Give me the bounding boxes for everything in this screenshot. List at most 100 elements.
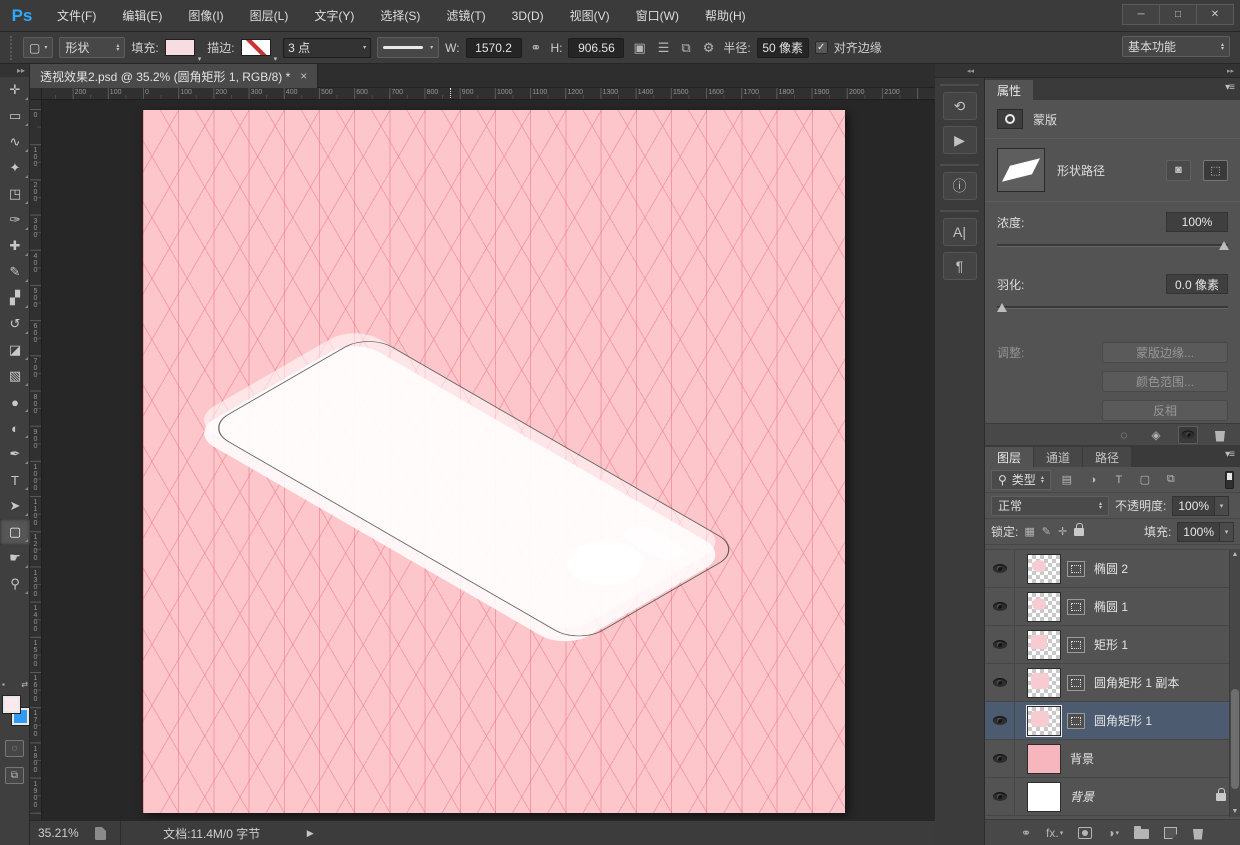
align-edges-checkbox[interactable]: ✓ bbox=[814, 41, 828, 54]
tab-channels[interactable]: 通道 bbox=[1034, 447, 1083, 467]
layer-row[interactable]: 矩形 1 bbox=[985, 626, 1240, 664]
filter-type-layers-icon[interactable]: T bbox=[1109, 471, 1129, 489]
tool-preset-picker[interactable]: ▢ ▾ bbox=[23, 37, 54, 58]
collapse-panels-icon[interactable]: ◂◂ bbox=[967, 67, 974, 75]
tab-properties[interactable]: 属性 bbox=[985, 80, 1034, 100]
tab-close-icon[interactable]: × bbox=[300, 69, 307, 83]
foreground-color-swatch[interactable] bbox=[3, 696, 20, 713]
layer-visibility-cell[interactable] bbox=[985, 740, 1015, 777]
height-input[interactable]: 906.56 bbox=[568, 37, 625, 58]
menu-item[interactable]: 图层(L) bbox=[237, 7, 302, 24]
lock-pixels-icon[interactable]: ✎ bbox=[1042, 525, 1051, 538]
layer-thumbnail[interactable] bbox=[1027, 667, 1061, 698]
density-slider[interactable] bbox=[997, 238, 1229, 254]
filter-adjustment-layers-icon[interactable]: ◑ bbox=[1083, 471, 1103, 489]
layer-row[interactable]: 圆角矩形 1 bbox=[985, 702, 1240, 740]
shape-path-thumbnail[interactable] bbox=[997, 148, 1045, 192]
vector-mask-badge-icon[interactable] bbox=[1067, 712, 1085, 729]
layers-scrollbar[interactable]: ▲ ▼ bbox=[1229, 549, 1240, 817]
new-layer-icon[interactable] bbox=[1164, 826, 1177, 839]
character-panel-icon[interactable]: A| bbox=[942, 218, 977, 246]
feather-value[interactable]: 0.0 像素 bbox=[1166, 274, 1228, 294]
clone-stamp-tool[interactable]: ▞ bbox=[0, 285, 30, 311]
maximize-button[interactable]: □ bbox=[1159, 4, 1197, 25]
layer-name[interactable]: 背景 bbox=[1070, 750, 1094, 767]
stroke-width-select[interactable]: 3 点 ▾ bbox=[283, 37, 372, 58]
radius-input[interactable]: 50 像素 bbox=[756, 37, 809, 58]
tab-paths[interactable]: 路径 bbox=[1083, 447, 1132, 467]
layer-thumbnail[interactable] bbox=[1027, 781, 1061, 812]
layer-name[interactable]: 圆角矩形 1 bbox=[1094, 712, 1152, 729]
history-panel-icon[interactable]: ⟲ bbox=[942, 92, 977, 120]
stroke-type-select[interactable]: ▾ bbox=[377, 37, 440, 58]
tab-layers[interactable]: 图层 bbox=[985, 447, 1034, 467]
layer-thumbnail[interactable] bbox=[1027, 553, 1061, 584]
delete-mask-icon[interactable] bbox=[1210, 426, 1230, 444]
menu-item[interactable]: 滤镜(T) bbox=[433, 7, 498, 24]
pen-tool[interactable]: ✒ bbox=[0, 441, 30, 467]
eye-icon[interactable] bbox=[992, 716, 1007, 725]
stroke-swatch[interactable] bbox=[240, 39, 271, 56]
density-value[interactable]: 100% bbox=[1166, 212, 1228, 232]
menu-item[interactable]: 编辑(E) bbox=[109, 7, 175, 24]
menu-item[interactable]: 文字(Y) bbox=[301, 7, 367, 24]
eye-icon[interactable] bbox=[992, 792, 1007, 801]
eye-icon[interactable] bbox=[992, 602, 1007, 611]
vector-mask-button[interactable]: ⬚ bbox=[1203, 159, 1228, 181]
filter-pixel-layers-icon[interactable]: ▤ bbox=[1057, 471, 1077, 489]
horizontal-ruler[interactable]: 200 100 0 100 200 300 400 500 600 700 800 900 1000 11… bbox=[42, 88, 935, 100]
type-tool[interactable]: T bbox=[0, 467, 30, 493]
eye-icon[interactable] bbox=[992, 754, 1007, 763]
panel-menu-icon[interactable]: ▾≡ bbox=[1225, 449, 1235, 460]
close-button[interactable]: ✕ bbox=[1196, 4, 1234, 25]
mask-visibility-icon[interactable] bbox=[1178, 425, 1198, 444]
layer-visibility-cell[interactable] bbox=[985, 550, 1015, 587]
menu-item[interactable]: 文件(F) bbox=[44, 7, 109, 24]
history-brush-tool[interactable]: ↺ bbox=[0, 311, 30, 337]
path-arrange-icon[interactable]: ⧉ bbox=[678, 40, 693, 56]
zoom-level[interactable]: 35.21% bbox=[30, 826, 87, 840]
move-tool[interactable]: ✛ bbox=[0, 77, 30, 103]
eyedropper-tool[interactable]: ✑ bbox=[0, 207, 30, 233]
density-slider-thumb[interactable] bbox=[1218, 241, 1229, 250]
fill-swatch[interactable] bbox=[164, 39, 195, 56]
eraser-tool[interactable]: ◪ bbox=[0, 337, 30, 363]
layer-visibility-cell[interactable] bbox=[985, 778, 1015, 815]
feather-slider[interactable] bbox=[997, 300, 1228, 316]
expand-panels-icon[interactable]: ▸▸ bbox=[1227, 67, 1234, 75]
new-group-icon[interactable] bbox=[1134, 826, 1149, 839]
workspace-switcher[interactable]: 基本功能 ▴ ▾ bbox=[1122, 36, 1230, 57]
status-flyout-arrow[interactable]: ▶ bbox=[297, 828, 324, 839]
link-dimensions-icon[interactable]: ⚭ bbox=[528, 40, 545, 56]
actions-panel-icon[interactable]: ▶ bbox=[942, 126, 977, 154]
width-input[interactable]: 1570.2 bbox=[465, 37, 522, 58]
vector-mask-badge-icon[interactable] bbox=[1067, 598, 1085, 615]
gradient-tool[interactable]: ▧ bbox=[0, 363, 30, 389]
canvas-viewport[interactable] bbox=[42, 100, 935, 820]
link-layers-icon[interactable]: ⚭ bbox=[1021, 826, 1031, 840]
vertical-ruler[interactable]: 0 100 200 300 400 500 600 700 800 900 1000 1100 1200… bbox=[30, 100, 42, 820]
layer-thumbnail[interactable] bbox=[1027, 743, 1061, 774]
menu-item[interactable]: 图像(I) bbox=[175, 7, 236, 24]
delete-layer-icon[interactable] bbox=[1192, 826, 1204, 840]
brush-tool[interactable]: ✎ bbox=[0, 259, 30, 285]
shape-mode-select[interactable]: 形状 ▴ ▾ bbox=[59, 37, 126, 58]
toolbar-collapse-icon[interactable]: ▸▸ bbox=[0, 64, 29, 77]
marquee-tool[interactable]: ▭ bbox=[0, 103, 30, 129]
filter-toggle-switch[interactable] bbox=[1225, 470, 1234, 489]
layer-name[interactable]: 椭圆 1 bbox=[1094, 598, 1128, 615]
dodge-tool[interactable]: ◐ bbox=[0, 415, 30, 441]
opacity-input[interactable]: 100% ▾ bbox=[1172, 495, 1230, 516]
add-adjustment-layer-icon[interactable]: ◑ ▾ bbox=[1107, 826, 1119, 840]
layer-visibility-cell[interactable] bbox=[985, 588, 1015, 625]
lock-all-icon[interactable] bbox=[1074, 522, 1085, 536]
eye-icon[interactable] bbox=[992, 564, 1007, 573]
chevron-down-icon[interactable]: ▾ bbox=[1219, 522, 1233, 541]
vector-mask-badge-icon[interactable] bbox=[1067, 636, 1085, 653]
screen-mode-button[interactable]: ⧉ bbox=[5, 767, 24, 784]
layer-name[interactable]: 圆角矩形 1 副本 bbox=[1094, 674, 1179, 691]
menu-item[interactable]: 选择(S) bbox=[367, 7, 433, 24]
quick-selection-tool[interactable]: ✦ bbox=[0, 155, 30, 181]
layer-row[interactable]: 椭圆 2 bbox=[985, 550, 1240, 588]
layer-name[interactable]: 椭圆 2 bbox=[1094, 560, 1128, 577]
